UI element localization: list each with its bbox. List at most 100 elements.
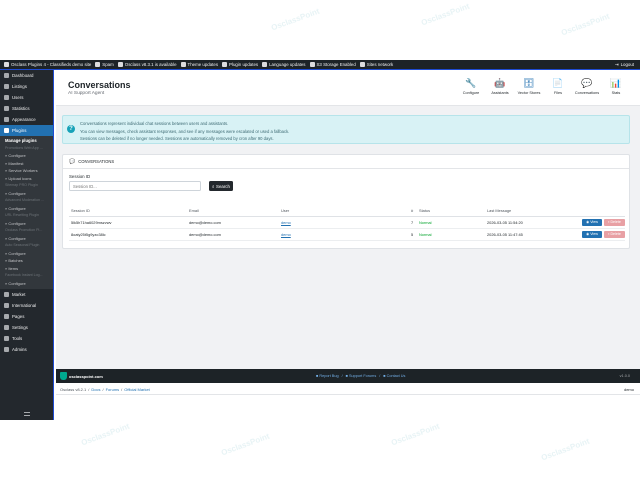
nav-stats[interactable]: 📊 Stats xyxy=(606,78,626,95)
search-button[interactable]: ⌕ Search xyxy=(209,181,233,191)
session-id-label: Session ID xyxy=(69,174,91,179)
topbar-item-label: S3 Storage Enabled xyxy=(316,62,356,67)
nav-label: Files xyxy=(553,91,563,95)
sidebar-item[interactable]: Dashboard xyxy=(0,70,53,81)
topbar-item[interactable]: Osclass v8.3.1 is available xyxy=(117,62,177,67)
sidebar-item[interactable]: Settings xyxy=(0,322,53,333)
watermark: OsclassPoint xyxy=(219,431,271,458)
logout-link[interactable]: ⇥ Logout xyxy=(615,62,634,68)
view-label: View xyxy=(590,231,598,236)
bottom-link[interactable]: Forums xyxy=(106,387,120,392)
sidebar-item[interactable]: Listings xyxy=(0,81,53,92)
submenu-item[interactable]: » Configure xyxy=(0,152,53,160)
table-row: 5lk5h71ha6029mszvwv demo@demo.com demo 7 Nor… xyxy=(69,216,625,229)
info-line: You can view messages, check assistant r… xyxy=(80,128,290,134)
sidebar-item-label: Market xyxy=(12,292,26,297)
admin-sidebar: Dashboard Listings Users Statistics Appearan… xyxy=(0,70,54,420)
menu-icon xyxy=(4,84,9,89)
bottom-link[interactable]: Osclass v8.2.1 xyxy=(60,387,86,392)
topbar-item[interactable]: S3 Storage Enabled xyxy=(309,62,356,67)
delete-button[interactable]: ▪ Delete xyxy=(604,230,625,238)
column-header: Session ID xyxy=(69,206,187,217)
submenu-item[interactable]: » Configure xyxy=(0,250,53,258)
nav-conversations[interactable]: 💬 Conversations xyxy=(574,78,600,95)
nav-vector-stores[interactable]: 🗄 Vector Stores xyxy=(518,78,541,95)
topbar-item-label: Spam xyxy=(102,62,114,67)
sidebar-item[interactable]: Market xyxy=(0,289,53,300)
user-cell: demo xyxy=(279,228,409,241)
topbar-item[interactable]: Language updates xyxy=(262,62,306,67)
menu-icon xyxy=(4,128,9,133)
submenu-item[interactable]: » Configure xyxy=(0,220,53,228)
bottom-link[interactable]: Official Market xyxy=(124,387,150,392)
submenu-item[interactable]: » Configure xyxy=(0,280,53,288)
actions-cell: ◉ View ▪ Delete xyxy=(575,216,625,229)
topbar-item[interactable]: Spam xyxy=(95,62,114,67)
footer-brand[interactable]: osclasspoint.com xyxy=(60,371,103,381)
user-link[interactable]: demo xyxy=(281,220,291,225)
nav-files[interactable]: 📄 Files xyxy=(548,78,568,95)
footer-link[interactable]: ■ Report Bug xyxy=(316,374,339,378)
sidebar-item[interactable]: International xyxy=(0,300,53,311)
nav-label: Conversations xyxy=(574,91,600,95)
menu-icon xyxy=(4,314,9,319)
topbar-item-label: Osclass v8.3.1 is available xyxy=(124,62,177,67)
sidebar-item[interactable]: Statistics xyxy=(0,103,53,114)
theme-icon xyxy=(180,62,186,67)
sidebar-item-label: Settings xyxy=(12,325,28,330)
collapse-menu-icon[interactable] xyxy=(24,412,30,416)
sidebar-item[interactable]: Pages xyxy=(0,311,53,322)
sidebar-item-label: Pages xyxy=(12,314,25,319)
version-label: v1.0.0 xyxy=(619,374,630,378)
sidebar-item[interactable]: Users xyxy=(0,92,53,103)
view-button[interactable]: ◉ View xyxy=(582,230,602,238)
plugin-nav: 🔧 Configure 🤖 Assistants 🗄 Vector Stores 📄 File… xyxy=(461,78,626,95)
sidebar-item[interactable]: Admins xyxy=(0,344,53,355)
topbar-item[interactable]: Theme updates xyxy=(180,62,218,67)
info-text: Conversations represent individual chat … xyxy=(80,120,289,143)
delete-label: Delete xyxy=(610,219,621,224)
conversations-table: Session ID Email User # Status Last Message 5… xyxy=(69,206,625,241)
sidebar-item[interactable]: Tools xyxy=(0,333,53,344)
sidebar-item-label: Dashboard xyxy=(12,73,34,78)
delete-button[interactable]: ▪ Delete xyxy=(604,218,625,226)
menu-icon xyxy=(4,303,9,308)
nav-configure[interactable]: 🔧 Configure xyxy=(461,78,481,95)
footer-link[interactable]: ■ Support Forums xyxy=(346,374,377,378)
sidebar-item[interactable]: Appearance xyxy=(0,114,53,125)
home-icon xyxy=(4,62,9,67)
sidebar-item-label: International xyxy=(12,303,37,308)
android-icon: 🤖 xyxy=(494,78,506,88)
submenu-item[interactable]: » Configure xyxy=(0,235,53,243)
submenu-item[interactable]: » Service Workers xyxy=(0,167,53,175)
view-button[interactable]: ◉ View xyxy=(582,218,602,226)
bottom-link[interactable]: Docs xyxy=(91,387,100,392)
submenu-item[interactable]: » Configure xyxy=(0,205,53,213)
column-header: User xyxy=(279,206,409,217)
submenu-item[interactable]: » Configure xyxy=(0,190,53,198)
message-count-cell: 5 xyxy=(409,228,417,241)
topbar-item[interactable]: Osclass Plugins 4 - Classifieds demo sit… xyxy=(4,62,91,67)
user-link[interactable]: demo xyxy=(281,232,291,237)
separator: / xyxy=(121,387,123,392)
nav-label: Configure xyxy=(462,91,480,95)
submenu-item[interactable]: Manage plugins xyxy=(0,137,53,145)
submenu-item[interactable]: » Upload icons xyxy=(0,175,53,183)
sidebar-item-label: Listings xyxy=(12,84,27,89)
admin-topbar: Osclass Plugins 4 - Classifieds demo sit… xyxy=(0,60,640,70)
sidebar-item[interactable]: Plugins xyxy=(0,125,53,136)
submenu-item: URL Rewriting Plugin xyxy=(5,213,40,217)
submenu-item[interactable]: » Manifest xyxy=(0,160,53,168)
topbar-item-label: Plugin updates xyxy=(229,62,259,67)
info-alert: ? Conversations represent individual cha… xyxy=(62,115,630,144)
topbar-item[interactable]: Sites network xyxy=(359,62,393,67)
session-id-input[interactable] xyxy=(69,181,201,191)
column-header: Status xyxy=(417,206,485,217)
nav-assistants[interactable]: 🤖 Assistants xyxy=(490,78,510,95)
footer-link[interactable]: ■ Contact Us xyxy=(383,374,405,378)
submenu-item: Advanced Moderation ... xyxy=(5,198,44,202)
submenu-item[interactable]: » Items xyxy=(0,265,53,273)
conversations-card: 💬 CONVERSATIONS Session ID ⌕ Search Sess… xyxy=(62,154,630,249)
submenu-item[interactable]: » Batches xyxy=(0,257,53,265)
topbar-item[interactable]: Plugin updates xyxy=(222,62,258,67)
